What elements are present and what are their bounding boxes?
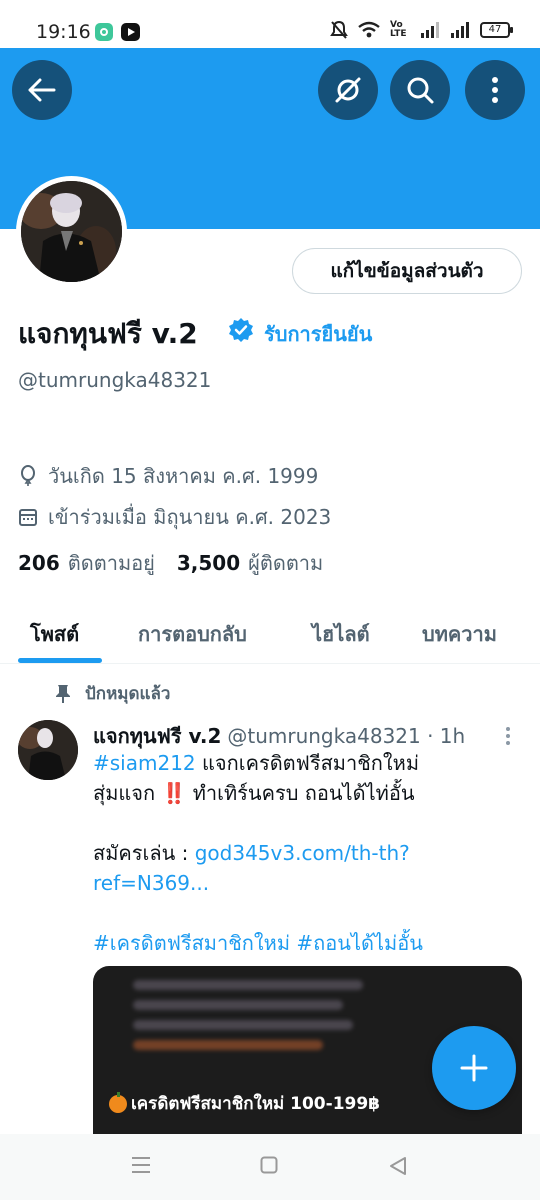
followers-label[interactable]: ผู้ติดตาม [248,547,323,579]
profile-handle: @tumrungka48321 [18,368,212,392]
tab-articles[interactable]: บทความ [422,618,497,650]
pinned-text: ปักหมุดแล้ว [85,684,171,704]
birthday-row: วันเกิด 15 สิงหาคม ค.ศ. 1999 [18,460,318,492]
tab-highlights[interactable]: ไฮไลต์ [312,618,370,650]
tweet-line: สมัครเล่น : [93,841,195,865]
double-exclamation-icon: ‼️ [161,781,187,805]
birthday-text: วันเกิด 15 สิงหาคม ค.ศ. 1999 [48,464,319,488]
youtube-icon [121,23,140,41]
hashtag-link[interactable]: #siam212 [93,751,196,775]
blurred-text [133,1040,323,1050]
display-name: แจกทุนฟรี v.2 [18,317,198,350]
profile-tabs: โพสต์ การตอบกลับ ไฮไลต์ บทความ [0,600,540,664]
signal-icon-2 [451,22,469,38]
following-count[interactable]: 206 [18,551,60,575]
back-button[interactable] [12,60,72,120]
hashtags-link[interactable]: #เครดิตฟรีสมาชิกใหม่ #ถอนได้ไม่อั้น [93,931,423,955]
avatar-image [18,720,78,780]
plus-icon [460,1054,488,1082]
no-audio-button[interactable] [318,60,378,120]
followers-count[interactable]: 3,500 [177,551,240,575]
blurred-text [133,1000,343,1010]
tweet-line: ทำเทิร์นครบ ถอนได้ไท่อั้น [186,781,415,805]
joined-row: เข้าร่วมเมื่อ มิถุนายน ค.ศ. 2023 [18,501,331,533]
signal-icon [421,22,439,38]
tweet-link-continued[interactable]: ref=N369... [93,871,209,895]
pumpkin-icon [109,1091,127,1113]
home-square-icon[interactable] [260,1156,278,1174]
media-caption: เครดิตฟรีสมาชิกใหม่ 100-199฿ [109,1090,380,1117]
volte-label: Vo LTE [390,20,407,39]
media-caption-text: เครดิตฟรีสมาชิกใหม่ 100-199฿ [131,1094,381,1114]
tweet-text: #siam212 แจกเครดิตฟรีสมาชิกใหม่ สุ่มแจก … [93,748,523,958]
wifi-icon [358,21,380,38]
profile-avatar[interactable] [16,176,127,287]
status-icons: Vo LTE 47 [330,20,513,40]
verified-badge-icon [229,318,253,342]
tweet-line: สุ่มแจก [93,781,162,805]
joined-text: เข้าร่วมเมื่อ มิถุนายน ค.ศ. 2023 [48,505,332,529]
compose-button[interactable] [432,1026,516,1110]
status-time: 19:16 [36,21,91,43]
tab-replies[interactable]: การตอบกลับ [138,618,247,650]
back-triangle-icon[interactable] [388,1156,408,1176]
pinned-label: ปักหมุดแล้ว [55,680,170,707]
more-vertical-icon [492,77,498,103]
get-verified-link[interactable]: รับการยืนยัน [264,318,372,350]
pin-icon [56,684,70,703]
notification-app-icon [95,23,113,41]
battery-icon: 47 [480,22,513,38]
arrow-left-icon [28,78,56,102]
more-button[interactable] [465,60,525,120]
follow-stats: 206 ติดตามอยู่ 3,500 ผู้ติดตาม [18,547,323,579]
calendar-icon [19,509,37,526]
balloon-icon [21,465,35,486]
tab-active-indicator [18,658,102,663]
menu-icon[interactable] [131,1156,151,1174]
tweet-link[interactable]: god345v3.com/th-th? [195,841,410,865]
status-bar: 19:16 Vo LTE 47 [0,0,540,48]
tab-posts[interactable]: โพสต์ [30,618,79,650]
following-label[interactable]: ติดตามอยู่ [68,547,155,579]
avatar-image [21,181,122,282]
mute-icon [330,20,348,39]
system-nav-bar [0,1134,540,1200]
edit-profile-button[interactable]: แก้ไขข้อมูลส่วนตัว [292,248,522,294]
tweet-author-handle: @tumrungka48321 · 1h [227,724,466,748]
no-audio-icon [335,77,361,103]
search-button[interactable] [390,60,450,120]
tweet-line: แจกเครดิตฟรีสมาชิกใหม่ [195,751,420,775]
blurred-text [133,1020,353,1030]
tweet-author-avatar[interactable] [18,720,78,780]
blurred-text [133,980,363,990]
tweet-more-icon[interactable] [504,726,512,746]
search-icon [407,77,434,104]
